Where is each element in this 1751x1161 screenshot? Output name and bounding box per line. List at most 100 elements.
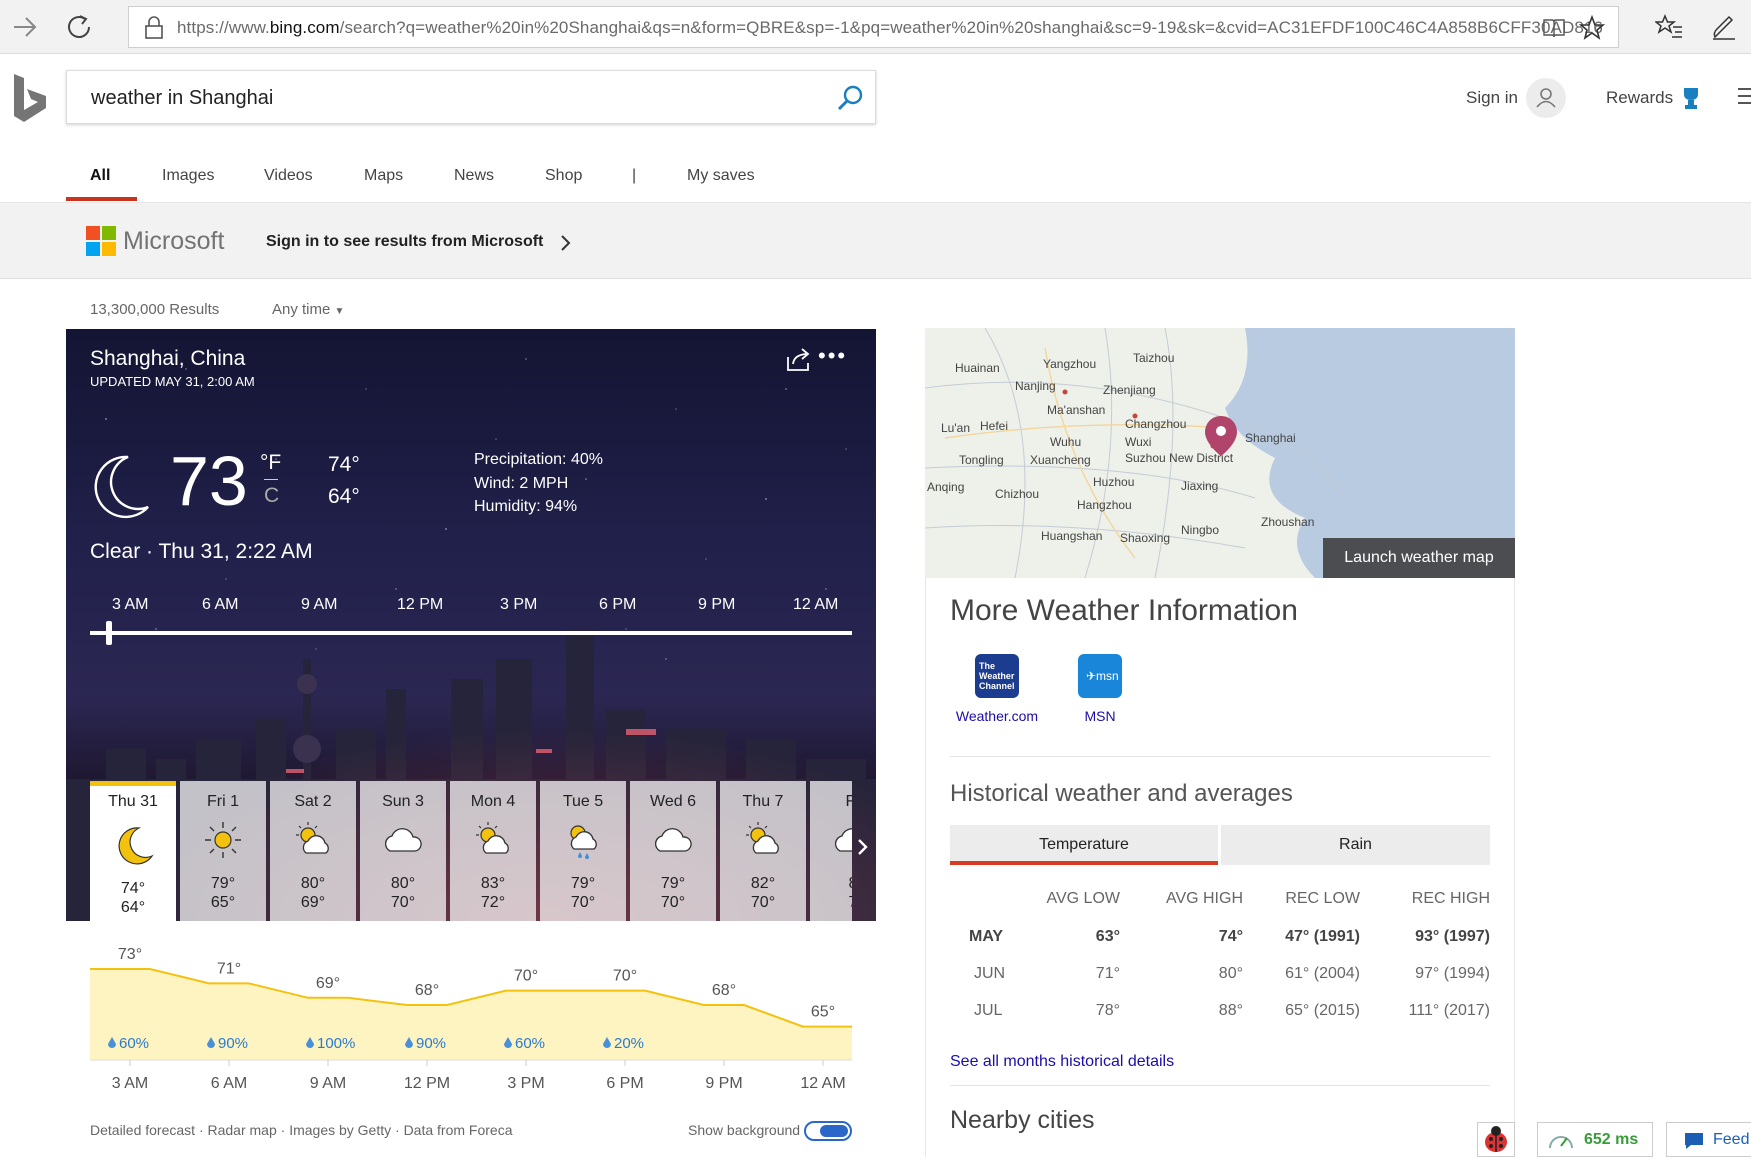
gauge-icon: [1549, 1136, 1573, 1149]
hourly-temp-label: 70°: [514, 968, 538, 985]
bug-report-button[interactable]: [1477, 1122, 1515, 1157]
toggle-knob: [820, 1125, 848, 1137]
precip-value: 90%: [218, 1035, 248, 1052]
weather-com-link[interactable]: Weather.com: [942, 708, 1052, 724]
tab-rain[interactable]: Rain: [1221, 825, 1490, 865]
section-divider: [950, 1085, 1490, 1086]
rain-icon: [570, 825, 597, 859]
history-cell: 74°: [1218, 928, 1243, 945]
today-low: 64°: [328, 485, 360, 508]
bing-logo[interactable]: [12, 74, 48, 122]
hourly-temp-label: 69°: [316, 975, 340, 992]
forecast-high: 79°: [570, 875, 596, 892]
forward-icon[interactable]: [8, 10, 42, 44]
timeline-slider-handle[interactable]: [106, 621, 112, 645]
timeline-track[interactable]: [90, 631, 852, 635]
map-city-label: Tongling: [959, 453, 1004, 467]
map-city-label: Xuancheng: [1030, 453, 1091, 467]
more-options-icon[interactable]: •••: [818, 343, 847, 369]
map-city-label: Ningbo: [1181, 523, 1219, 537]
favorite-star-icon[interactable]: [1577, 13, 1607, 43]
map-city-label: Huainan: [955, 361, 1000, 375]
tab-my-saves[interactable]: My saves: [687, 167, 755, 185]
forecast-day-name: Tue 5: [562, 793, 604, 810]
pen-notes-icon[interactable]: [1706, 10, 1740, 44]
tab-all[interactable]: All: [90, 167, 110, 185]
microsoft-signin-link[interactable]: Sign in to see results from Microsoft: [266, 233, 543, 251]
sign-in-link[interactable]: Sign in: [1466, 88, 1518, 108]
precip-value: 90%: [416, 1035, 446, 1052]
microsoft-signin-bar: Microsoft Sign in to see results from Mi…: [0, 203, 1751, 279]
show-background-toggle[interactable]: [804, 1121, 852, 1141]
hour-label: 12 PM: [403, 1075, 451, 1092]
unit-divider: [264, 479, 278, 480]
forecast-day-name: Fr: [845, 793, 852, 810]
forecast-high: 82°: [750, 875, 776, 892]
forecast-low: 70°: [750, 894, 776, 911]
reading-view-icon[interactable]: [1539, 13, 1569, 43]
tab-news[interactable]: News: [454, 167, 494, 185]
tab-images[interactable]: Images: [162, 167, 214, 185]
forecast-day[interactable]: Sat 2 80° 69°: [270, 781, 356, 921]
url-text: https://www.bing.com/search?q=weather%20…: [177, 18, 1603, 37]
tab-shop[interactable]: Shop: [545, 167, 582, 185]
unit-celsius[interactable]: C: [264, 484, 279, 508]
feedback-button[interactable]: Feed: [1666, 1122, 1751, 1157]
forecast-day-name: Sat 2: [294, 793, 332, 810]
tab-videos[interactable]: Videos: [264, 167, 313, 185]
col-rec-high: REC HIGH: [1411, 890, 1490, 907]
refresh-icon[interactable]: [62, 10, 96, 44]
unit-fahrenheit[interactable]: °F: [260, 451, 281, 475]
cloud-icon: [384, 828, 422, 852]
time-filter-dropdown[interactable]: Any time ▼: [272, 301, 344, 318]
share-icon[interactable]: [784, 347, 814, 373]
performance-indicator[interactable]: 652 ms: [1537, 1122, 1653, 1157]
timeline-label: 6 AM: [202, 596, 239, 613]
chevron-right-icon[interactable]: [560, 234, 572, 252]
forecast-day[interactable]: Sun 3 80° 70°: [360, 781, 446, 921]
forecast-day[interactable]: Thu 31 74° 64°: [90, 781, 176, 921]
forecast-low: 70°: [570, 894, 596, 911]
history-cell: 111° (2017): [1408, 1002, 1490, 1019]
forecast-day[interactable]: Tue 5 79° 70°: [540, 781, 626, 921]
tab-temperature[interactable]: Temperature: [950, 825, 1218, 865]
forecast-low: 69°: [300, 894, 326, 911]
cloud-icon: [834, 828, 852, 852]
forecast-high: 79°: [660, 875, 686, 892]
forecast-day[interactable]: Mon 4 83° 72°: [450, 781, 536, 921]
search-input[interactable]: [91, 83, 791, 113]
precip-value: 60%: [515, 1035, 545, 1052]
tab-maps[interactable]: Maps: [364, 167, 403, 185]
results-count: 13,300,000 Results: [90, 301, 220, 318]
show-background-label: Show background: [688, 1122, 801, 1138]
weather-channel-logo[interactable]: The Weather Channel: [975, 654, 1019, 698]
timeline-label: 12 PM: [397, 596, 444, 613]
forecast-day[interactable]: Fri 1 79° 65°: [180, 781, 266, 921]
menu-icon[interactable]: [1738, 86, 1751, 106]
weather-footer-links[interactable]: Detailed forecast · Radar map · Images b…: [90, 1122, 513, 1138]
address-bar[interactable]: https://www.bing.com/search?q=weather%20…: [128, 6, 1619, 48]
msn-link[interactable]: MSN: [1045, 708, 1155, 724]
precipitation: Precipitation: 40%: [474, 451, 603, 468]
forecast-low: 72°: [480, 894, 506, 911]
search-box[interactable]: [66, 70, 876, 124]
forecast-day-name: Wed 6: [650, 793, 696, 810]
favorites-hub-icon[interactable]: [1652, 10, 1686, 44]
launch-weather-map-button[interactable]: Launch weather map: [1323, 538, 1515, 578]
search-icon[interactable]: [835, 83, 865, 113]
hourly-temp-label: 71°: [217, 960, 241, 977]
avatar[interactable]: [1526, 78, 1566, 118]
see-all-months-link[interactable]: See all months historical details: [950, 1053, 1174, 1071]
forecast-day[interactable]: Wed 6 79° 70°: [630, 781, 716, 921]
hourly-temp-label: 65°: [811, 1004, 835, 1021]
hour-label: 9 AM: [309, 1075, 347, 1092]
trophy-icon[interactable]: [1680, 86, 1702, 110]
chevron-right-icon[interactable]: [856, 837, 870, 857]
forecast-day[interactable]: Thu 7 82° 70°: [720, 781, 806, 921]
map-city-label: Zhoushan: [1261, 515, 1314, 529]
rewards-link[interactable]: Rewards: [1606, 88, 1673, 108]
feedback-label: Feed: [1713, 1131, 1750, 1148]
msn-logo[interactable]: ✈msn: [1078, 654, 1122, 698]
section-divider: [950, 756, 1490, 757]
forecast-day[interactable]: Fr 87: [810, 781, 852, 921]
